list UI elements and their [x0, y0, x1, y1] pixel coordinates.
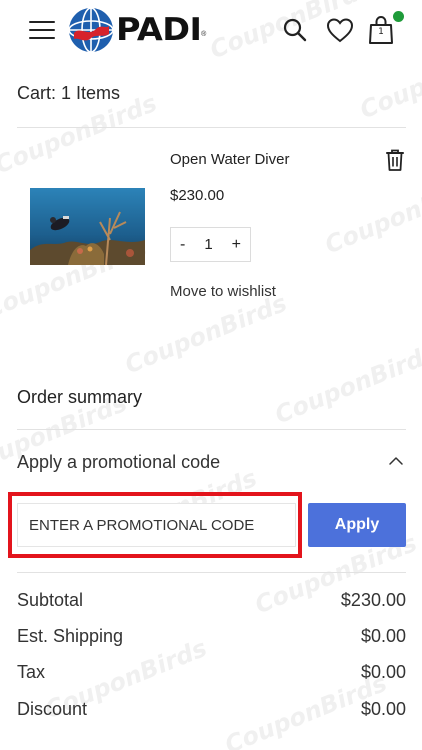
summary-value: $0.00 — [360, 626, 406, 646]
quantity-increase-button[interactable]: + — [232, 236, 241, 254]
summary-value: $230.00 — [340, 590, 406, 610]
watermark: CouponBirds — [121, 288, 291, 380]
hamburger-menu-icon[interactable] — [29, 20, 55, 40]
divider — [17, 429, 406, 430]
divider — [17, 127, 406, 128]
summary-row-subtotal: Subtotal $230.00 — [17, 590, 406, 611]
bag-indicator-dot — [393, 11, 404, 22]
summary-label: Est. Shipping — [17, 626, 124, 646]
trash-icon[interactable] — [384, 148, 406, 172]
watermark: CouponBirds — [271, 338, 422, 430]
quantity-decrease-button[interactable]: - — [180, 236, 185, 254]
promo-code-input[interactable] — [17, 503, 296, 547]
order-summary-title: Order summary — [17, 387, 143, 407]
move-to-wishlist-link[interactable]: Move to wishlist — [170, 283, 276, 300]
chevron-up-icon[interactable] — [388, 454, 404, 468]
summary-value: $0.00 — [360, 699, 406, 719]
padi-logo[interactable]: PADI ® — [68, 7, 206, 53]
diver-image — [30, 188, 145, 265]
product-name[interactable]: Open Water Diver — [170, 151, 289, 168]
search-icon[interactable] — [282, 17, 308, 43]
watermark: CouponBirds — [321, 168, 422, 260]
summary-value: $0.00 — [360, 662, 406, 682]
summary-row-discount: Discount $0.00 — [17, 699, 406, 720]
product-price: $230.00 — [170, 187, 225, 204]
summary-row-shipping: Est. Shipping $0.00 — [17, 626, 406, 647]
quantity-value: 1 — [204, 236, 213, 253]
quantity-stepper: - 1 + — [170, 227, 251, 262]
heart-icon[interactable] — [326, 17, 354, 43]
summary-row-tax: Tax $0.00 — [17, 662, 406, 683]
globe-logo-icon — [68, 7, 114, 53]
product-thumbnail[interactable] — [30, 188, 145, 265]
summary-label: Subtotal — [17, 590, 84, 610]
apply-button[interactable]: Apply — [308, 503, 406, 547]
shopping-bag-icon[interactable]: 1 — [368, 15, 394, 45]
registered-mark: ® — [201, 30, 207, 38]
bag-count: 1 — [378, 27, 384, 37]
summary-label: Discount — [17, 699, 88, 719]
divider — [17, 572, 406, 573]
summary-label: Tax — [17, 662, 46, 682]
logo-wordmark: PADI — [116, 12, 202, 48]
site-header: PADI ® 1 — [0, 0, 422, 62]
promo-code-toggle[interactable]: Apply a promotional code — [17, 452, 220, 473]
cart-title: Cart: 1 Items — [17, 83, 121, 103]
